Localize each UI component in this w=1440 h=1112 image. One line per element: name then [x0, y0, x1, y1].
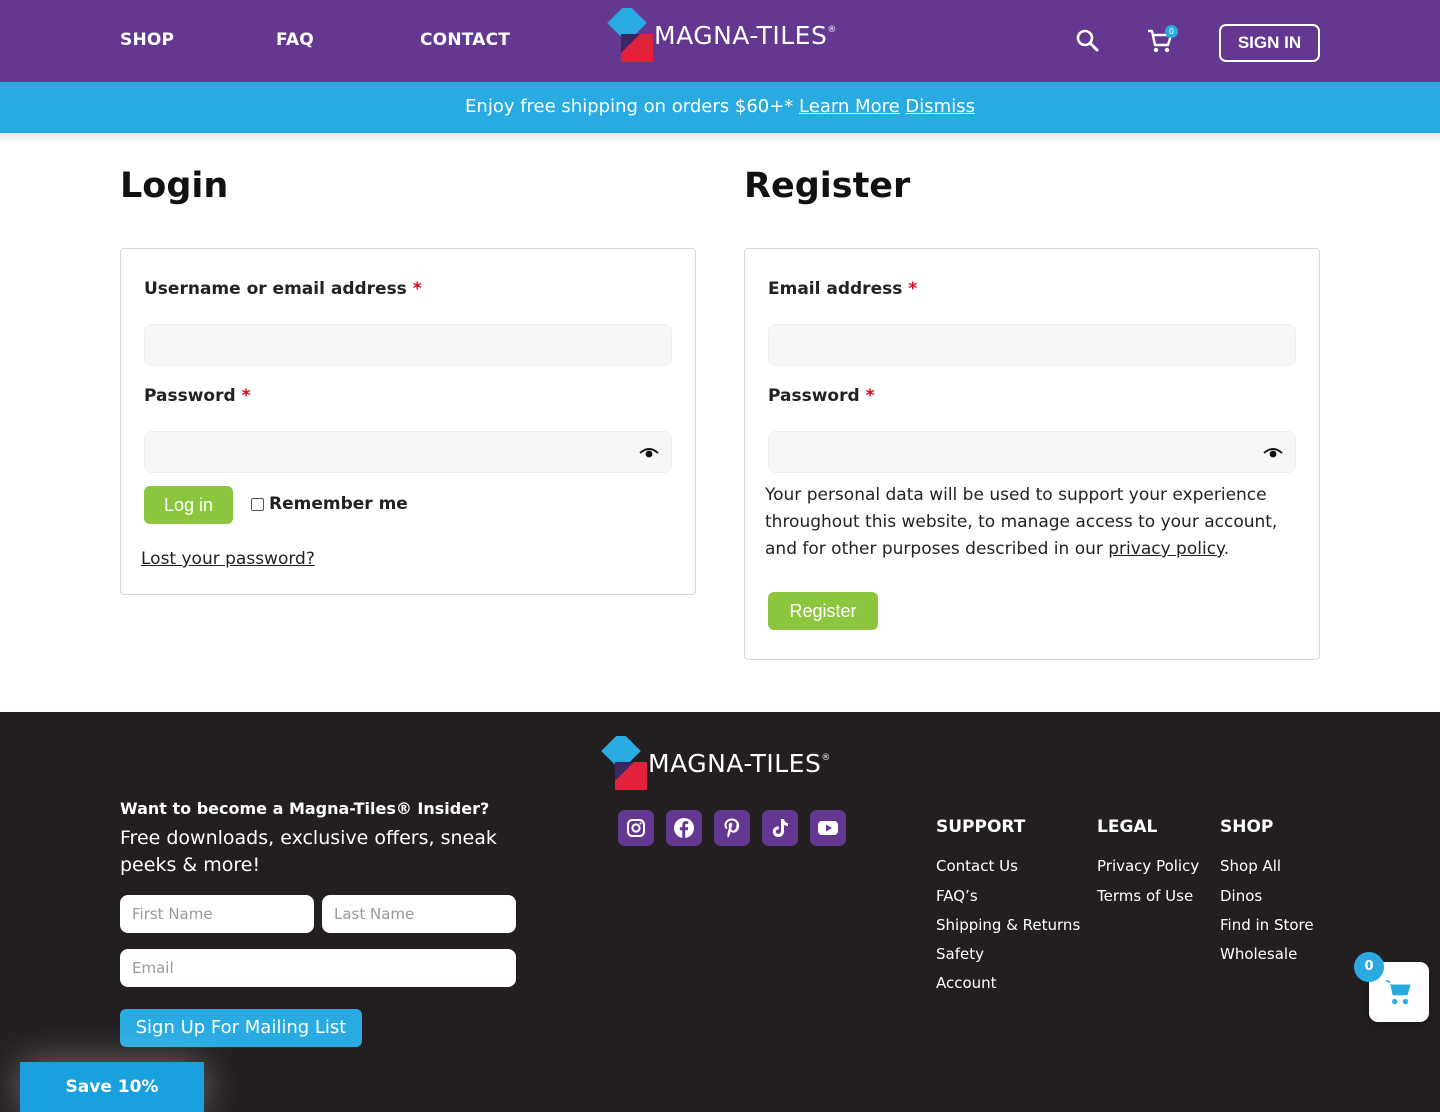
username-label-text: Username or email address	[144, 279, 407, 299]
register-password-label: Password *	[768, 386, 874, 406]
footer-logo-registered-mark: ®	[821, 752, 831, 763]
required-mark: *	[865, 386, 875, 406]
youtube-icon	[818, 821, 838, 835]
checkbox-box[interactable]	[251, 497, 264, 511]
footer-logo-text: MAGNA-TILES	[648, 748, 822, 778]
facebook-icon	[674, 818, 694, 838]
mailing-list-signup-button[interactable]: Sign Up For Mailing List	[120, 1009, 362, 1047]
log-in-button[interactable]: Log in	[144, 486, 233, 524]
login-password-input[interactable]	[144, 431, 672, 473]
username-label: Username or email address *	[144, 279, 422, 299]
find-in-store-link[interactable]: Find in Store	[1220, 916, 1314, 934]
magna-tiles-logo-icon	[607, 8, 653, 62]
privacy-policy-link[interactable]: privacy policy	[1108, 539, 1223, 559]
shipping-returns-link[interactable]: Shipping & Returns	[936, 916, 1080, 934]
first-name-input[interactable]: First Name	[120, 895, 314, 933]
support-column-title: SUPPORT	[936, 817, 1026, 837]
nav-shop[interactable]: SHOP	[120, 30, 174, 50]
nav-contact[interactable]: CONTACT	[420, 30, 510, 50]
site-logo[interactable]: MAGNA-TILES®	[600, 8, 837, 62]
remember-me-checkbox[interactable]: Remember me	[251, 494, 408, 514]
shop-all-link[interactable]: Shop All	[1220, 857, 1281, 875]
last-name-input[interactable]: Last Name	[322, 895, 516, 933]
save-10-percent-button[interactable]: Save 10%	[20, 1062, 204, 1112]
username-input[interactable]	[144, 324, 672, 366]
register-email-input[interactable]	[768, 324, 1296, 366]
dismiss-link[interactable]: Dismiss	[905, 96, 975, 117]
legal-column-title: LEGAL	[1097, 817, 1158, 837]
facebook-link[interactable]	[666, 810, 702, 846]
register-panel: Email address * Password * Your personal…	[744, 248, 1320, 660]
register-password-input[interactable]	[768, 431, 1296, 473]
footer-email-input[interactable]: Email	[120, 949, 516, 987]
pinterest-link[interactable]	[714, 810, 750, 846]
dinos-link[interactable]: Dinos	[1220, 887, 1262, 905]
instagram-icon	[627, 819, 645, 837]
shipping-banner: Enjoy free shipping on orders $60+* Lear…	[0, 82, 1440, 133]
register-password-label-text: Password	[768, 386, 860, 406]
login-password-label: Password *	[144, 386, 250, 406]
register-button[interactable]: Register	[768, 592, 878, 630]
sign-in-button[interactable]: SIGN IN	[1219, 24, 1320, 62]
pinterest-icon	[724, 818, 740, 838]
tiktok-icon	[772, 819, 788, 837]
logo-registered-mark: ®	[827, 24, 837, 35]
show-password-eye-icon[interactable]	[1263, 446, 1283, 460]
account-link[interactable]: Account	[936, 974, 997, 992]
magna-tiles-logo-icon	[601, 736, 647, 790]
banner-text: Enjoy free shipping on orders $60+*	[465, 96, 800, 117]
insider-title: Want to become a Magna-Tiles® Insider?	[120, 799, 490, 818]
contact-us-link[interactable]: Contact Us	[936, 857, 1018, 875]
lost-password-link[interactable]: Lost your password?	[141, 549, 315, 569]
remember-me-label: Remember me	[269, 494, 408, 514]
email-label-text: Email address	[768, 279, 903, 299]
safety-link[interactable]: Safety	[936, 945, 984, 963]
login-panel: Username or email address * Password * L…	[120, 248, 696, 595]
insider-subtitle: Free downloads, exclusive offers, sneak …	[120, 827, 497, 876]
instagram-link[interactable]	[618, 810, 654, 846]
login-password-label-text: Password	[144, 386, 236, 406]
banner-shadow	[0, 133, 1440, 143]
terms-of-use-link[interactable]: Terms of Use	[1097, 887, 1193, 905]
floating-cart-count-badge: 0	[1354, 952, 1384, 982]
register-title: Register	[744, 166, 911, 206]
learn-more-link[interactable]: Learn More	[799, 96, 900, 117]
privacy-end: .	[1223, 539, 1230, 559]
search-icon[interactable]	[1073, 26, 1103, 56]
footer-logo[interactable]: MAGNA-TILES®	[594, 736, 831, 790]
shop-column-title: SHOP	[1220, 817, 1274, 837]
cart-count-badge: 0	[1165, 25, 1178, 38]
required-mark: *	[241, 386, 251, 406]
required-mark: *	[908, 279, 918, 299]
cart-icon	[1385, 980, 1411, 1005]
site-header: SHOP FAQ CONTACT MAGNA-TILES® 0 SIGN IN	[0, 0, 1440, 82]
logo-text: MAGNA-TILES	[654, 20, 828, 50]
privacy-notice: Your personal data will be used to suppo…	[765, 482, 1305, 563]
tiktok-link[interactable]	[762, 810, 798, 846]
nav-faq[interactable]: FAQ	[276, 30, 314, 50]
required-mark: *	[412, 279, 422, 299]
privacy-policy-footer-link[interactable]: Privacy Policy	[1097, 857, 1199, 875]
wholesale-link[interactable]: Wholesale	[1220, 945, 1297, 963]
email-label: Email address *	[768, 279, 917, 299]
show-password-eye-icon[interactable]	[639, 446, 659, 460]
youtube-link[interactable]	[810, 810, 846, 846]
login-title: Login	[120, 166, 229, 206]
faqs-link[interactable]: FAQ’s	[936, 887, 978, 905]
